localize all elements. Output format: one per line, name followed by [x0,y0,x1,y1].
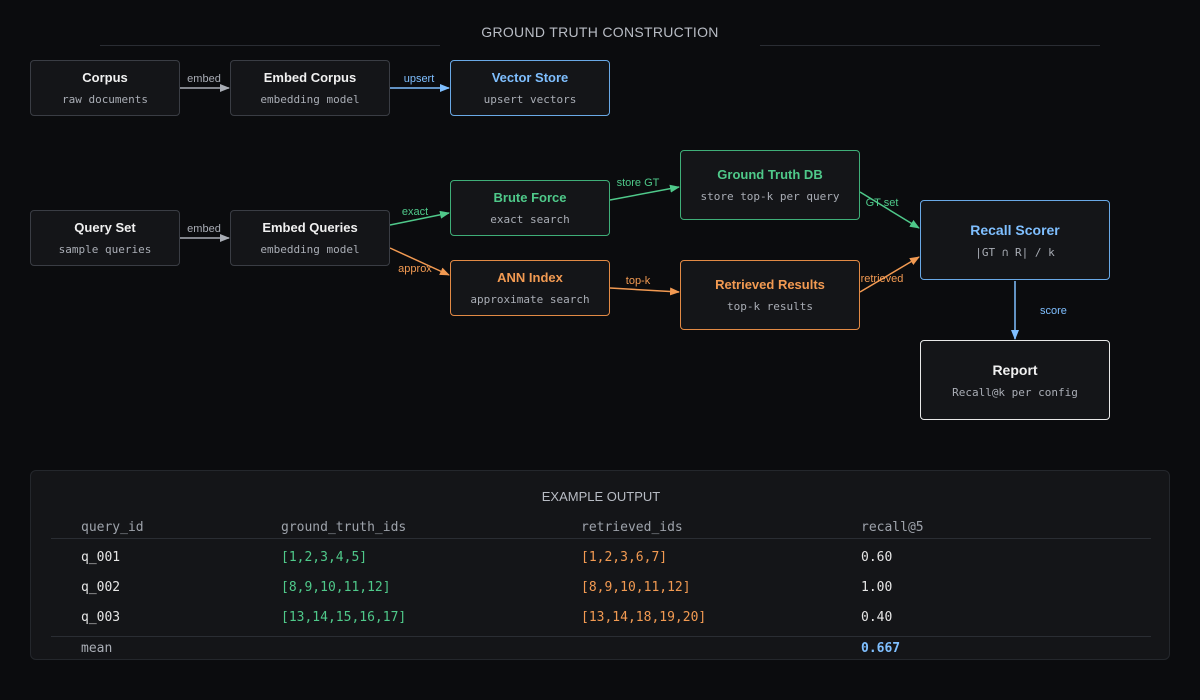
row-3-ground-truth: [13,14,15,16,17] [281,610,407,625]
row-3-retrieved: [13,14,18,19,20] [581,610,707,625]
node-embed-corpus-sub: embedding model [260,93,360,106]
edge-label-retrieved: retrieved [861,273,904,285]
edge-label-store-gt: store GT [617,177,660,189]
col-header-recall: recall@5 [861,520,924,535]
node-ann-index-sub: approximate search [470,293,590,306]
mean-value: 0.667 [861,641,901,656]
node-corpus: Corpus raw documents [30,60,180,116]
node-brute-force-sub: exact search [490,213,570,226]
row-1-retrieved: [1,2,3,6,7] [581,550,668,565]
node-corpus-sub: raw documents [61,93,149,106]
edge-label-score: score [1040,305,1067,317]
row-1-recall: 0.60 [861,550,893,565]
example-output-title: EXAMPLE OUTPUT [541,489,661,504]
node-report-title: Report [992,361,1038,378]
mean-label: mean [81,641,113,656]
node-ground-truth-db: Ground Truth DB store top-k per query [680,150,860,220]
col-header-ground-truth-ids: ground_truth_ids [281,520,407,535]
node-vector-store-title: Vector Store [491,70,569,85]
node-ground-truth-db-title: Ground Truth DB [717,167,823,182]
edge-label-embed-2: embed [187,223,221,235]
header-divider [51,538,1151,539]
node-corpus-title: Corpus [82,70,128,85]
node-ground-truth-db-sub: store top-k per query [700,190,840,203]
node-retrieved-results-sub: top-k results [726,300,814,313]
row-2-query-id: q_002 [81,580,121,595]
node-retrieved-results-title: Retrieved Results [715,277,825,292]
node-embed-queries: Embed Queries embedding model [230,210,390,266]
node-embed-corpus: Embed Corpus embedding model [230,60,390,116]
node-embed-corpus-title: Embed Corpus [263,70,357,85]
node-retrieved-results: Retrieved Results top-k results [680,260,860,330]
col-header-retrieved-ids: retrieved_ids [581,520,683,535]
edge-label-exact: exact [402,206,428,218]
row-1-query-id: q_001 [81,550,121,565]
node-report-sub: Recall@k per config [952,385,1078,399]
row-2-ground-truth: [8,9,10,11,12] [281,580,391,595]
node-query-set-sub: sample queries [58,243,152,256]
node-ann-index-title: ANN Index [497,270,563,285]
node-vector-store-sub: upsert vectors [483,93,577,106]
node-recall-scorer: Recall Scorer |GT ∩ R| / k [920,200,1110,280]
row-2-recall: 1.00 [861,580,893,595]
node-brute-force-title: Brute Force [493,190,567,205]
node-recall-scorer-sub: |GT ∩ R| / k [975,245,1055,259]
edge-label-upsert: upsert [404,73,435,85]
node-recall-scorer-title: Recall Scorer [970,221,1060,238]
row-3-recall: 0.40 [861,610,893,625]
col-header-query-id: query_id [81,520,144,535]
edge-label-top-k: top-k [626,275,651,287]
row-1-ground-truth: [1,2,3,4,5] [281,550,368,565]
node-embed-queries-sub: embedding model [260,243,360,256]
edge-label-embed-1: embed [187,73,221,85]
edge-top-k [609,287,680,296]
node-query-set: Query Set sample queries [30,210,180,266]
node-embed-queries-title: Embed Queries [262,220,358,235]
node-query-set-title: Query Set [74,220,136,235]
node-ann-index: ANN Index approximate search [450,260,610,316]
node-brute-force: Brute Force exact search [450,180,610,236]
row-3-query-id: q_003 [81,610,121,625]
edge-label-approx: approx [398,263,432,275]
example-output-panel: EXAMPLE OUTPUT query_id ground_truth_ids… [30,470,1170,660]
row-2-retrieved: [8,9,10,11,12] [581,580,691,595]
node-report: Report Recall@k per config [920,340,1110,420]
mean-divider [51,636,1151,637]
edge-label-gt-set: GT set [866,197,899,209]
node-vector-store: Vector Store upsert vectors [450,60,610,116]
